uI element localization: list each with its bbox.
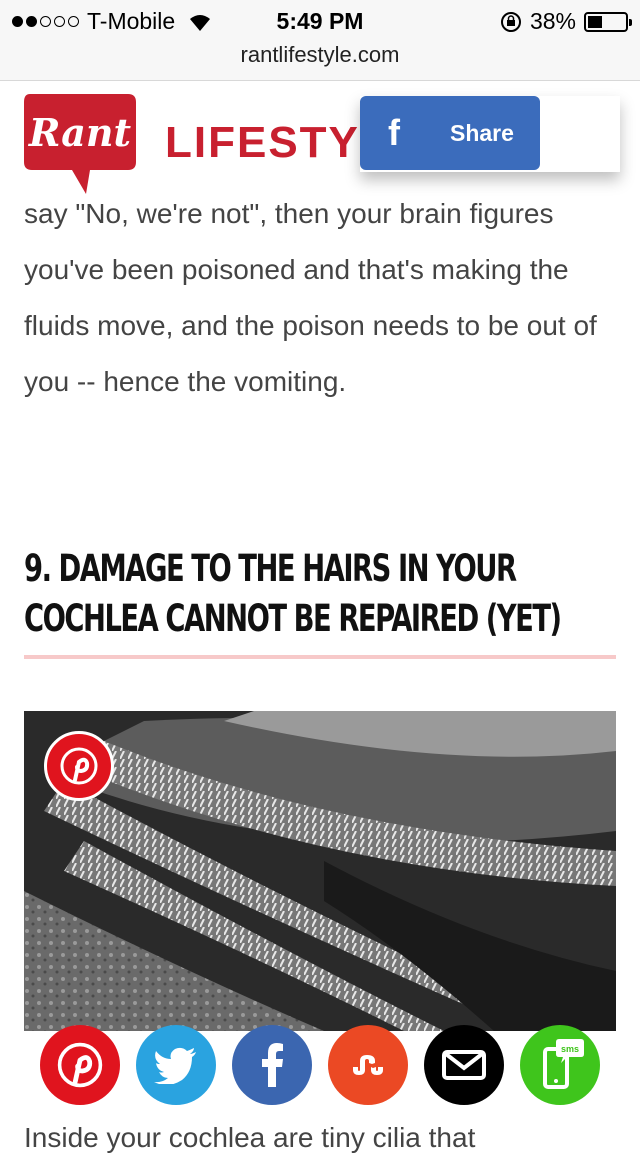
article-paragraph: say "No, we're not", then your brain fig…: [24, 198, 597, 397]
facebook-icon: [262, 1043, 283, 1087]
pinterest-pin-button[interactable]: [44, 731, 114, 801]
stumbleupon-share-button[interactable]: [328, 1025, 408, 1105]
sms-label: sms: [561, 1044, 579, 1054]
facebook-share-button-round[interactable]: [232, 1025, 312, 1105]
twitter-share-button[interactable]: [136, 1025, 216, 1105]
logo-wordmark: LIFESTYLE: [165, 118, 365, 167]
sms-share-button[interactable]: sms: [520, 1025, 600, 1105]
battery-icon: [584, 11, 632, 32]
facebook-f-icon: f: [388, 112, 400, 153]
orientation-lock-icon: [500, 11, 521, 32]
logo-bubble-text: Rant: [28, 110, 132, 155]
url-bar[interactable]: rantlifestyle.com: [0, 42, 640, 68]
rant-logo[interactable]: Rant: [20, 88, 140, 198]
social-share-row: sms: [40, 1025, 620, 1105]
facebook-share-button[interactable]: f Share: [360, 96, 540, 170]
heading-divider: [24, 655, 616, 659]
stumbleupon-icon: [353, 1055, 383, 1075]
battery-percent: 38%: [529, 8, 576, 34]
section-heading: 9. DAMAGE TO THE HAIRS IN YOUR COCHLEA C…: [24, 547, 562, 640]
pinterest-icon: [60, 747, 98, 785]
article-next-line: Inside your cochlea are tiny cilia that: [24, 1122, 476, 1153]
status-bar: T-Mobile 5:49 PM 38% rantlifestyle.com: [0, 0, 640, 81]
pinterest-icon: [57, 1042, 103, 1088]
pinterest-share-button[interactable]: [40, 1025, 120, 1105]
email-share-button[interactable]: [424, 1025, 504, 1105]
sms-icon: sms: [543, 1039, 584, 1089]
mail-icon: [442, 1050, 486, 1080]
twitter-icon: [154, 1047, 196, 1084]
share-button-label: Share: [450, 119, 514, 146]
